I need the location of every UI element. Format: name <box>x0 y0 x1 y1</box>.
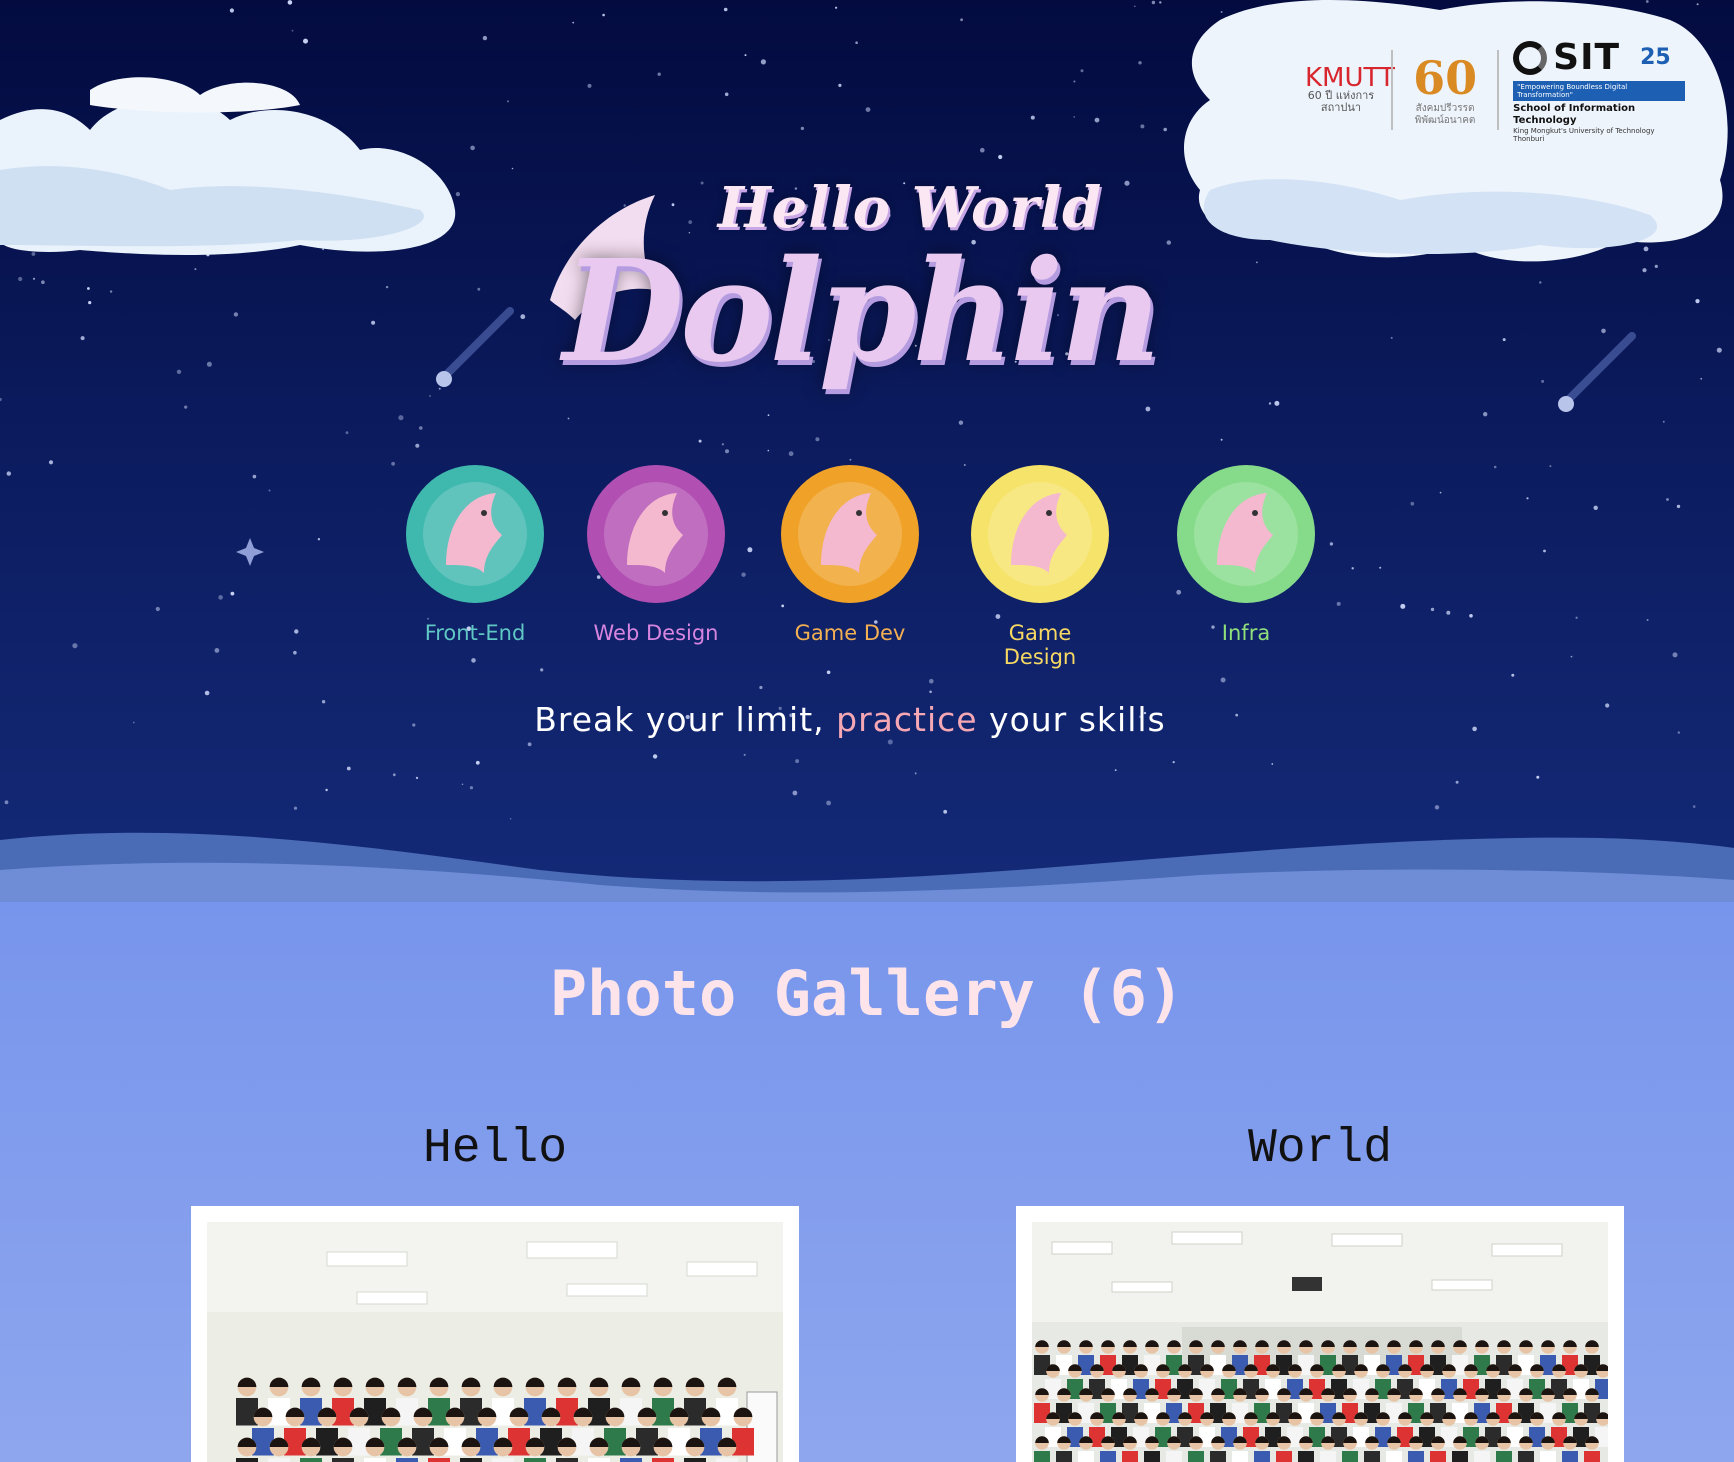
dolphin-database-icon[interactable] <box>1177 465 1315 603</box>
sit-swirl-icon <box>1513 40 1548 75</box>
track-item-game-dev[interactable]: Game Dev <box>780 465 920 645</box>
track-label: Infra <box>1221 621 1271 645</box>
track-item-game-design[interactable]: Game Design <box>970 465 1110 669</box>
shooting-star-left-icon <box>436 307 514 387</box>
gallery-title: Photo Gallery (6) <box>549 957 1185 1030</box>
photo-gallery-section: Photo Gallery (6) Hello World <box>0 902 1734 1462</box>
sixty-logo-text: 60 <box>1413 51 1478 105</box>
group-photo-image[interactable] <box>1032 1222 1608 1462</box>
dolphin-laptop-icon[interactable] <box>587 465 725 603</box>
sixty-years-logo: 60 สังคมปรีวรรตพิพัฒน์อนาคต <box>1407 53 1483 127</box>
wave-divider <box>0 832 1734 902</box>
dolphin-js-php-react-icon[interactable] <box>406 465 544 603</box>
track-label: Game Design <box>1003 621 1077 669</box>
photo-frame[interactable] <box>191 1206 799 1462</box>
slogan-highlight: practice <box>836 700 978 739</box>
group-photo-image[interactable] <box>207 1222 783 1462</box>
sixty-logo-caption: สังคมปรีวรรตพิพัฒน์อนาคต <box>1414 103 1476 126</box>
shooting-star-right-icon <box>1558 332 1636 412</box>
gallery-item-caption: World <box>1247 1122 1393 1176</box>
sit-university-name: King Mongkut's University of Technology … <box>1513 127 1655 143</box>
kmutt-logo: KMUTT 60 ปี แห่งการสถาปนา <box>1305 63 1395 114</box>
track-item-web-design[interactable]: Web Design <box>586 465 726 645</box>
hero-banner: KMUTT 60 ปี แห่งการสถาปนา 60 สังคมปรีวรร… <box>0 0 1734 902</box>
gallery-item-caption: Hello <box>422 1122 568 1176</box>
kmutt-logo-caption: 60 ปี แห่งการสถาปนา <box>1307 89 1375 114</box>
logo-divider <box>1391 50 1393 130</box>
slogan-text-start: Break your limit, <box>534 700 837 739</box>
track-label: Web Design <box>593 621 719 645</box>
slogan-text-end: your skills <box>977 700 1166 739</box>
track-label: Game Dev <box>794 621 906 645</box>
sit-school-name: School of Information Technology <box>1513 103 1636 126</box>
track-item-front-end[interactable]: Front-End <box>405 465 545 645</box>
logo-divider <box>1497 50 1500 130</box>
group-photo-illustration <box>207 1222 783 1462</box>
sit-25-years-badge: 25 <box>1640 45 1671 70</box>
hero-title-line2: Dolphin <box>562 230 1162 394</box>
track-item-infra[interactable]: Infra <box>1176 465 1316 645</box>
sit-logo-text: SIT <box>1553 37 1621 78</box>
cloud-left-illustration <box>0 77 456 255</box>
dolphin-sliders-icon[interactable] <box>971 465 1109 603</box>
hero-slogan: Break your limit, practice your skills <box>500 700 1200 739</box>
sit-tagline: "Empowering Boundless Digital Transforma… <box>1513 81 1685 101</box>
dolphin-binary-gamepad-icon[interactable] <box>781 465 919 603</box>
sit-logo: SIT 25 "Empowering Boundless Digital Tra… <box>1513 37 1685 143</box>
photo-frame[interactable] <box>1016 1206 1624 1462</box>
lecture-hall-photo-illustration <box>1032 1222 1608 1462</box>
partner-logos: KMUTT 60 ปี แห่งการสถาปนา 60 สังคมปรีวรร… <box>1305 37 1685 143</box>
kmutt-logo-text: KMUTT <box>1305 63 1395 93</box>
track-label: Front-End <box>424 621 526 645</box>
